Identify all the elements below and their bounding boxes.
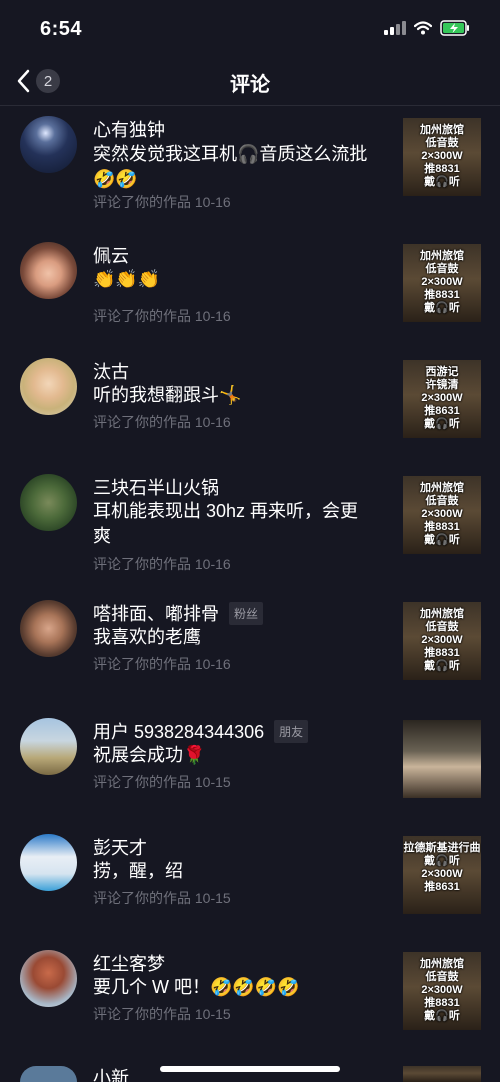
- status-time: 6:54: [40, 18, 83, 40]
- user-name[interactable]: 嗒排面、嘟排骨: [93, 600, 219, 626]
- thumb-text: 2×300W: [421, 150, 463, 162]
- avatar[interactable]: [20, 242, 77, 299]
- avatar[interactable]: [20, 718, 77, 775]
- list-item[interactable]: 佩云 👏👏👏 评论了你的作品 10-16 加州旅馆 低音鼓 2×300W 推88…: [0, 234, 500, 334]
- comment-meta: 评论了你的作品 10-16: [93, 656, 231, 672]
- thumb-text: 戴🎧听: [424, 418, 460, 430]
- user-name[interactable]: 彭天才: [93, 834, 147, 860]
- comment-meta: 评论了你的作品 10-16: [93, 308, 231, 324]
- avatar[interactable]: [20, 950, 77, 1007]
- video-thumbnail[interactable]: 加州旅馆 低音鼓 2×300W 推8831 戴🎧听: [403, 476, 481, 554]
- thumb-text: 拉德斯基进行曲: [403, 842, 481, 854]
- thumb-text: 戴🎧听: [424, 855, 460, 867]
- user-name[interactable]: 佩云: [93, 242, 129, 268]
- list-item[interactable]: 红尘客梦 要几个 W 吧！🤣🤣🤣🤣 评论了你的作品 10-15 加州旅馆 低音鼓…: [0, 942, 500, 1042]
- comment-text: 突然发觉我这耳机🎧音质这么流批🤣🤣: [93, 144, 368, 189]
- status-icons: [384, 20, 470, 36]
- comment-text: 听的我想翻跟斗🤸: [93, 385, 242, 405]
- list-item[interactable]: 用户 5938284344306 朋友 祝展会成功🌹 评论了你的作品 10-15: [0, 710, 500, 810]
- avatar[interactable]: [20, 474, 77, 531]
- video-thumbnail[interactable]: 拉德斯基进行曲 戴🎧听 2×300W 推8631: [403, 836, 481, 914]
- thumb-text: 许镜清: [425, 379, 459, 391]
- comment-text: 要几个 W 吧！🤣🤣🤣🤣: [93, 977, 300, 997]
- battery-charging-icon: [440, 20, 470, 36]
- wifi-icon: [414, 21, 432, 35]
- thumb-text: 加州旅馆: [420, 124, 464, 136]
- fan-badge: 粉丝: [229, 601, 264, 625]
- user-name[interactable]: 三块石半山火锅: [93, 474, 219, 500]
- thumb-text: 推8831: [424, 997, 460, 1009]
- thumb-text: 加州旅馆: [420, 958, 464, 970]
- list-item[interactable]: 嗒排面、嘟排骨 粉丝 我喜欢的老鹰 评论了你的作品 10-16 加州旅馆 低音鼓…: [0, 592, 500, 692]
- user-name[interactable]: 心有独钟: [93, 116, 165, 142]
- thumb-text: 2×300W: [421, 634, 463, 646]
- thumb-text: 推8631: [424, 405, 460, 417]
- thumb-text: 推8831: [424, 289, 460, 301]
- thumb-text: 戴🎧听: [424, 534, 460, 546]
- header: 2 评论: [0, 56, 500, 106]
- thumb-text: 推8831: [424, 163, 460, 175]
- thumb-text: 低音鼓: [425, 495, 459, 507]
- comment-text: 捞，醒，绍: [93, 861, 183, 881]
- thumb-text: 推8631: [424, 881, 460, 893]
- thumb-text: 戴🎧听: [424, 176, 460, 188]
- avatar[interactable]: [20, 116, 77, 173]
- thumb-text: 低音鼓: [425, 137, 459, 149]
- user-name[interactable]: 红尘客梦: [93, 950, 165, 976]
- thumb-text: 推8831: [424, 521, 460, 533]
- video-thumbnail[interactable]: 加州旅馆 低音鼓 2×300W 推8831 戴🎧听: [403, 952, 481, 1030]
- avatar[interactable]: [20, 358, 77, 415]
- thumb-text: 戴🎧听: [424, 1010, 460, 1022]
- thumb-text: 推8831: [424, 647, 460, 659]
- video-thumbnail[interactable]: 加州旅馆 低音鼓 2×300W 推8831 戴🎧听: [403, 602, 481, 680]
- user-name[interactable]: 用户 5938284344306: [93, 718, 264, 744]
- thumb-text: 2×300W: [421, 392, 463, 404]
- thumb-text: 西游记: [425, 366, 459, 378]
- user-name[interactable]: 小新: [93, 1064, 129, 1082]
- video-thumbnail[interactable]: [403, 1066, 481, 1082]
- comment-text: 👏👏👏: [93, 269, 161, 289]
- comment-text: 耳机能表现出 30hz 再来听，会更爽: [93, 501, 359, 546]
- comment-meta: 评论了你的作品 10-15: [93, 890, 231, 906]
- avatar[interactable]: [20, 600, 77, 657]
- page-title: 评论: [230, 74, 270, 96]
- thumb-text: 2×300W: [421, 276, 463, 288]
- signal-icon: [384, 21, 406, 35]
- thumb-text: 加州旅馆: [420, 608, 464, 620]
- list-item[interactable]: 三块石半山火锅 耳机能表现出 30hz 再来听，会更爽 评论了你的作品 10-1…: [0, 466, 500, 578]
- comment-meta: 评论了你的作品 10-15: [93, 774, 231, 790]
- list-item[interactable]: 心有独钟 突然发觉我这耳机🎧音质这么流批🤣🤣 评论了你的作品 10-16 加州旅…: [0, 106, 500, 218]
- thumb-text: 2×300W: [421, 508, 463, 520]
- avatar[interactable]: [20, 834, 77, 891]
- thumb-text: 加州旅馆: [420, 482, 464, 494]
- comment-text: 祝展会成功🌹: [93, 745, 206, 765]
- friend-badge: 朋友: [274, 719, 309, 743]
- comment-meta: 评论了你的作品 10-15: [93, 1006, 231, 1022]
- comment-meta: 评论了你的作品 10-16: [93, 194, 231, 210]
- thumb-text: 加州旅馆: [420, 250, 464, 262]
- video-thumbnail[interactable]: 西游记 许镜清 2×300W 推8631 戴🎧听: [403, 360, 481, 438]
- thumb-text: 戴🎧听: [424, 302, 460, 314]
- comment-meta: 评论了你的作品 10-16: [93, 414, 231, 430]
- list-item[interactable]: 汰古 听的我想翻跟斗🤸 评论了你的作品 10-16 西游记 许镜清 2×300W…: [0, 350, 500, 450]
- avatar[interactable]: [20, 1066, 77, 1082]
- home-indicator: [160, 1066, 340, 1072]
- status-bar: 6:54: [0, 0, 500, 56]
- comment-meta: 评论了你的作品 10-16: [93, 556, 231, 572]
- video-thumbnail[interactable]: [403, 720, 481, 798]
- thumb-text: 2×300W: [421, 868, 463, 880]
- comment-text: 我喜欢的老鹰: [93, 627, 201, 647]
- thumb-text: 低音鼓: [425, 971, 459, 983]
- thumb-text: 戴🎧听: [424, 660, 460, 672]
- thumb-text: 2×300W: [421, 984, 463, 996]
- user-name[interactable]: 汰古: [93, 358, 129, 384]
- list-item[interactable]: 彭天才 捞，醒，绍 评论了你的作品 10-15 拉德斯基进行曲 戴🎧听 2×30…: [0, 826, 500, 926]
- video-thumbnail[interactable]: 加州旅馆 低音鼓 2×300W 推8831 戴🎧听: [403, 244, 481, 322]
- thumb-text: 低音鼓: [425, 621, 459, 633]
- thumb-text: 低音鼓: [425, 263, 459, 275]
- video-thumbnail[interactable]: 加州旅馆 低音鼓 2×300W 推8831 戴🎧听: [403, 118, 481, 196]
